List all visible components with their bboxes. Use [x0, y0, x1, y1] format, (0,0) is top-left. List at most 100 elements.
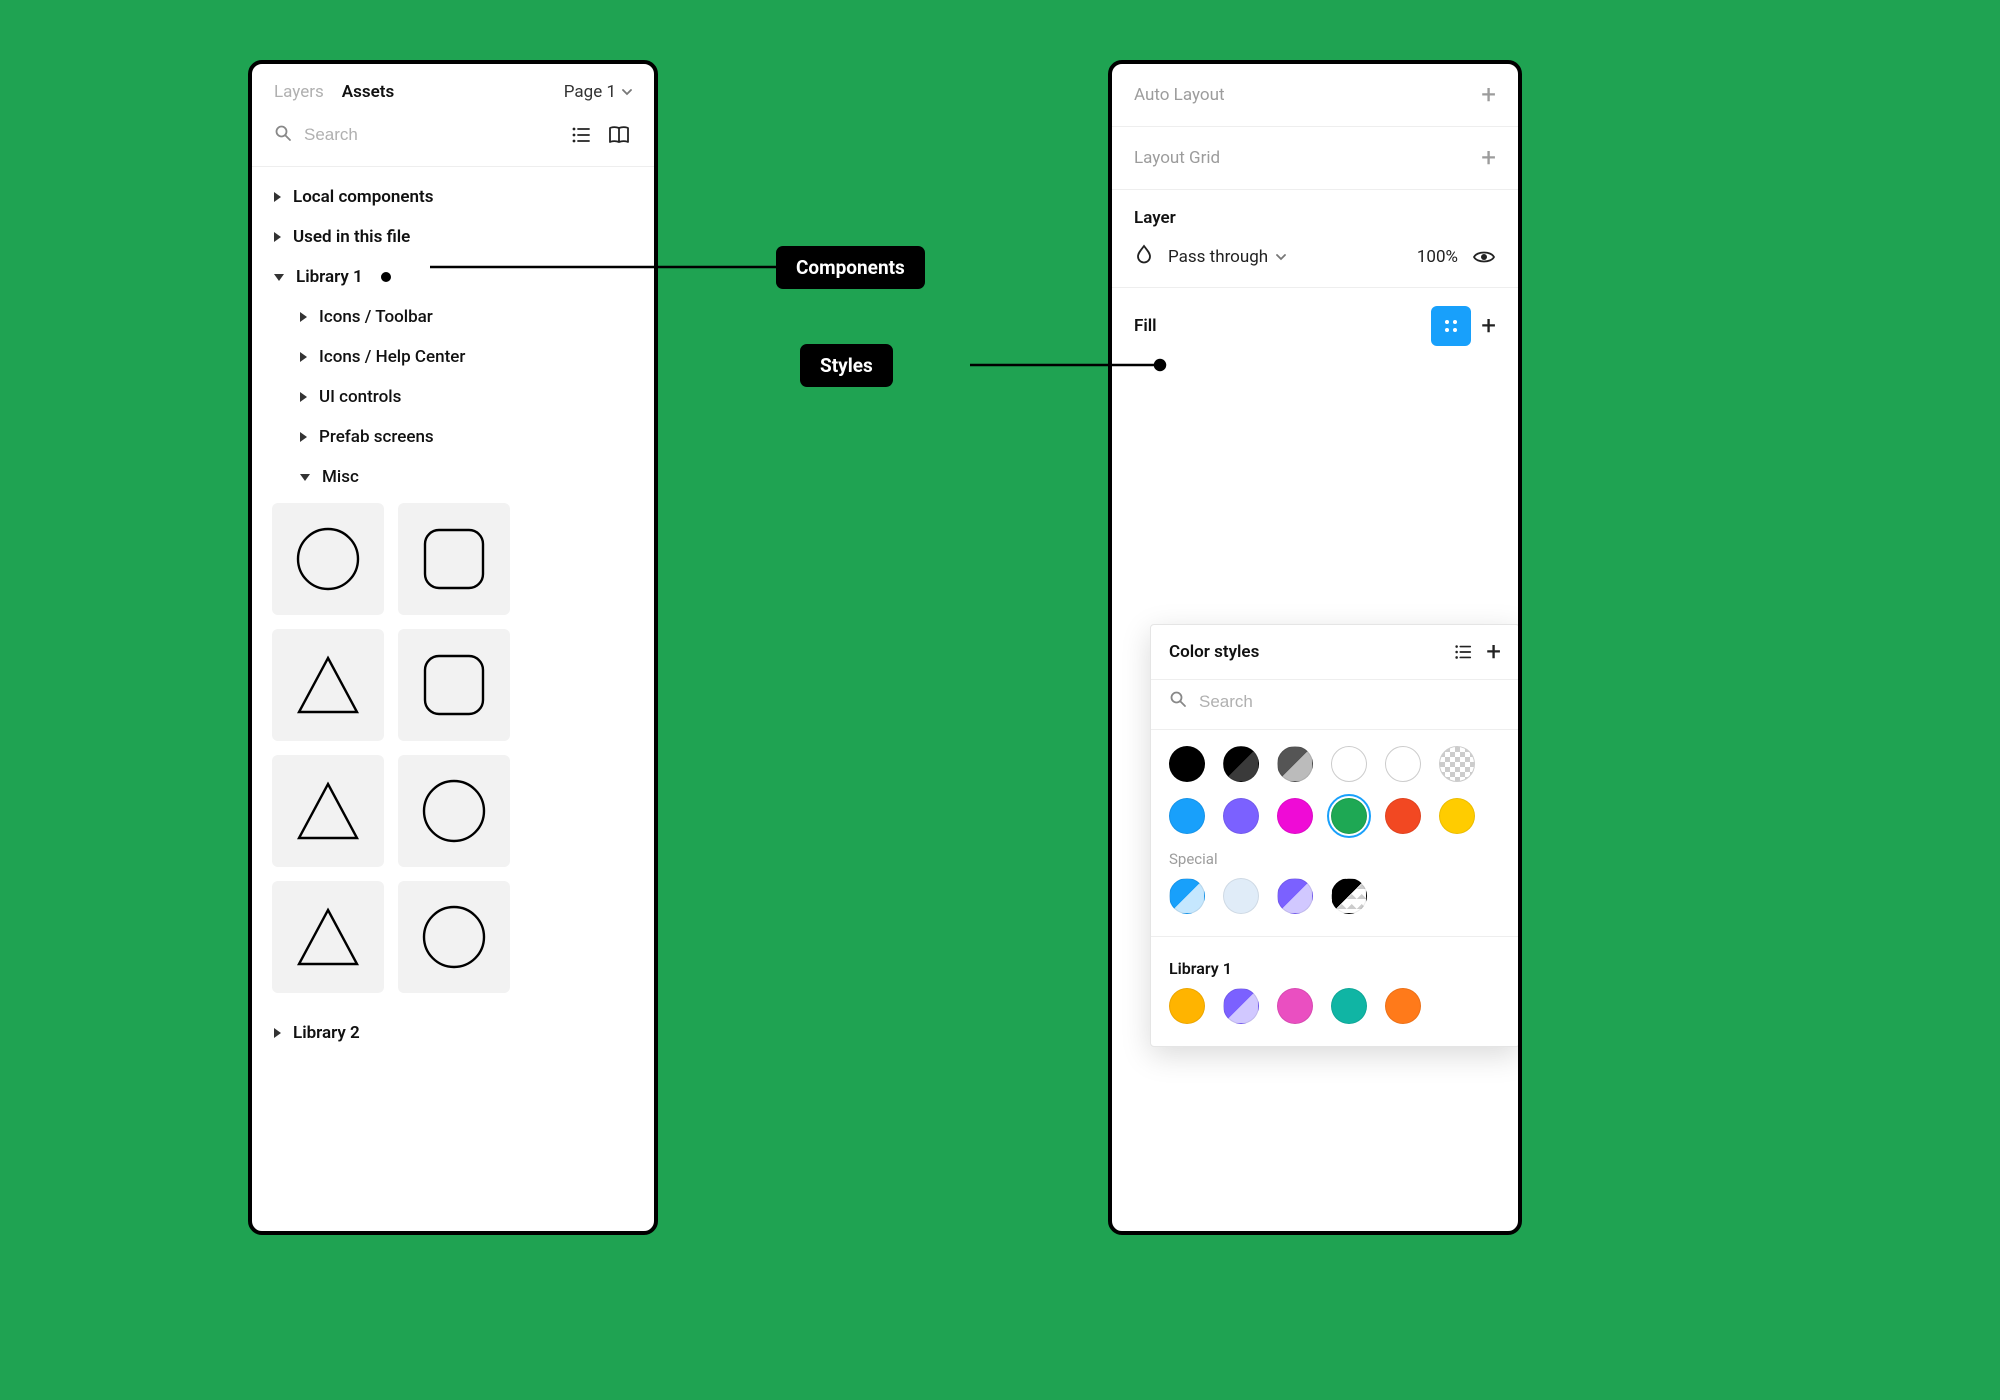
swatch-red[interactable]: [1385, 798, 1421, 834]
callout-components: Components: [776, 246, 925, 289]
tree-misc[interactable]: Misc: [252, 457, 654, 497]
page-selector[interactable]: Page 1: [564, 82, 632, 102]
callout-styles: Styles: [800, 344, 893, 387]
swatch-blue-half[interactable]: [1169, 878, 1205, 914]
tree-local-components[interactable]: Local components: [252, 177, 654, 217]
swatch-transparent[interactable]: [1439, 746, 1475, 782]
special-label: Special: [1169, 850, 1501, 868]
swatch-section-library1: Library 1: [1151, 937, 1519, 1046]
tree-label: UI controls: [319, 387, 401, 407]
list-view-icon[interactable]: [568, 122, 594, 148]
add-style-button[interactable]: +: [1486, 639, 1501, 665]
callout-anchor-dot: [381, 272, 391, 282]
swatch-magenta[interactable]: [1277, 798, 1313, 834]
swatch-amber[interactable]: [1169, 988, 1205, 1024]
swatch-pink[interactable]: [1277, 988, 1313, 1024]
tree-icons-toolbar[interactable]: Icons / Toolbar: [252, 297, 654, 337]
tree-label: Used in this file: [293, 227, 410, 247]
fill-label: Fill: [1134, 316, 1157, 336]
tree-label: Library 2: [293, 1023, 360, 1043]
component-rounded-square[interactable]: [398, 629, 510, 741]
styles-search-input[interactable]: [1199, 692, 1501, 712]
library-icon[interactable]: [606, 122, 632, 148]
properties-panel: Auto Layout + Layout Grid + Layer Pass t…: [1108, 60, 1522, 1235]
tree-library-2[interactable]: Library 2: [252, 1013, 654, 1053]
swatch-section-local: Special: [1151, 730, 1519, 936]
tab-assets[interactable]: Assets: [342, 82, 394, 102]
tree-label: Library 1: [296, 267, 363, 287]
assets-search-input[interactable]: [304, 125, 556, 145]
auto-layout-label: Auto Layout: [1134, 85, 1225, 105]
component-circle[interactable]: [398, 755, 510, 867]
component-circle[interactable]: [398, 881, 510, 993]
tree-label: Misc: [322, 467, 359, 487]
library1-label: Library 1: [1169, 959, 1501, 978]
section-layout-grid: Layout Grid +: [1112, 127, 1518, 190]
caret-right-icon: [274, 1028, 281, 1038]
swatch-grey-gloss[interactable]: [1277, 746, 1313, 782]
blend-mode-icon: [1134, 244, 1154, 269]
caret-right-icon: [300, 352, 307, 362]
swatch-blue[interactable]: [1169, 798, 1205, 834]
swatch-teal[interactable]: [1331, 988, 1367, 1024]
swatch-white-outline[interactable]: [1331, 746, 1367, 782]
tree-label: Icons / Help Center: [319, 347, 465, 367]
component-triangle[interactable]: [272, 881, 384, 993]
visibility-toggle[interactable]: [1472, 245, 1496, 269]
tree-label: Icons / Toolbar: [319, 307, 433, 327]
caret-down-icon: [274, 274, 284, 281]
swatch-purple-half[interactable]: [1277, 878, 1313, 914]
tree-used-in-file[interactable]: Used in this file: [252, 217, 654, 257]
swatch-black-half-check[interactable]: [1331, 878, 1367, 914]
caret-right-icon: [274, 232, 281, 242]
chevron-down-icon: [1276, 252, 1286, 262]
swatch-green[interactable]: [1331, 798, 1367, 834]
blend-mode-value: Pass through: [1168, 247, 1268, 267]
tree-label: Local components: [293, 187, 433, 207]
panel-tabs: Layers Assets Page 1: [252, 64, 654, 112]
swatch-light-blue[interactable]: [1223, 878, 1259, 914]
tab-layers[interactable]: Layers: [274, 82, 324, 102]
swatch-white-outline-2[interactable]: [1385, 746, 1421, 782]
component-grid: [252, 497, 654, 1013]
opacity-value[interactable]: 100%: [1417, 247, 1458, 267]
tree-icons-help[interactable]: Icons / Help Center: [252, 337, 654, 377]
swatch-yellow[interactable]: [1439, 798, 1475, 834]
blend-mode-select[interactable]: Pass through: [1168, 247, 1286, 267]
caret-right-icon: [300, 432, 307, 442]
layer-label: Layer: [1134, 208, 1176, 228]
swatch-black-gloss[interactable]: [1223, 746, 1259, 782]
caret-down-icon: [300, 474, 310, 481]
component-triangle[interactable]: [272, 629, 384, 741]
caret-right-icon: [300, 392, 307, 402]
styles-button[interactable]: [1431, 306, 1471, 346]
tree-ui-controls[interactable]: UI controls: [252, 377, 654, 417]
swatch-black[interactable]: [1169, 746, 1205, 782]
tree-prefab-screens[interactable]: Prefab screens: [252, 417, 654, 457]
caret-right-icon: [300, 312, 307, 322]
color-styles-title: Color styles: [1169, 642, 1259, 662]
color-styles-popover: Color styles +: [1150, 624, 1520, 1047]
assets-tree: Local components Used in this file Libra…: [252, 167, 654, 1077]
search-icon: [274, 124, 292, 147]
add-fill-button[interactable]: +: [1481, 313, 1496, 339]
swatch-orange[interactable]: [1385, 988, 1421, 1024]
page-selector-label: Page 1: [564, 82, 616, 102]
assets-search-row: [252, 112, 654, 167]
component-triangle[interactable]: [272, 755, 384, 867]
swatch-purple[interactable]: [1223, 798, 1259, 834]
component-rounded-square[interactable]: [398, 503, 510, 615]
section-fill: Fill + Color styles: [1112, 288, 1518, 1138]
search-icon: [1169, 690, 1187, 713]
layout-grid-label: Layout Grid: [1134, 148, 1220, 168]
tree-library-1[interactable]: Library 1: [252, 257, 654, 297]
chevron-down-icon: [622, 87, 632, 97]
styles-search-row: [1151, 679, 1519, 730]
add-layout-grid-button[interactable]: +: [1481, 145, 1496, 171]
swatch-lib-purple-half[interactable]: [1223, 988, 1259, 1024]
caret-right-icon: [274, 192, 281, 202]
add-auto-layout-button[interactable]: +: [1481, 82, 1496, 108]
list-view-icon[interactable]: [1450, 639, 1476, 665]
component-circle[interactable]: [272, 503, 384, 615]
section-layer: Layer Pass through 100%: [1112, 190, 1518, 288]
